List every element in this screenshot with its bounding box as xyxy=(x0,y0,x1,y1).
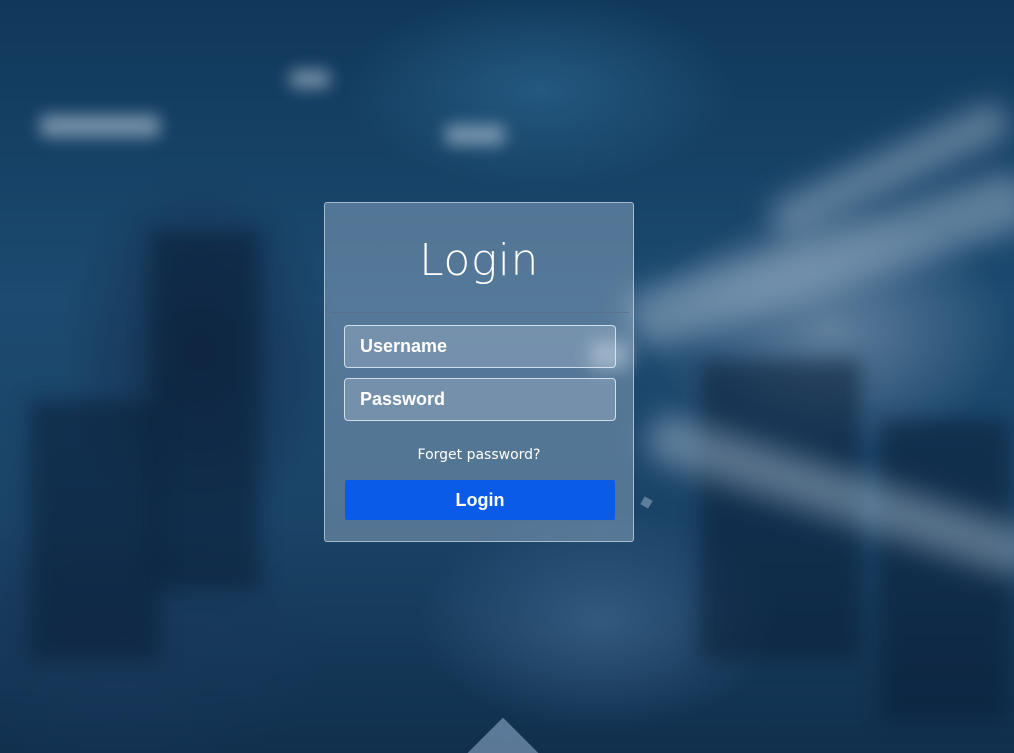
login-card: Login Forget password? Login xyxy=(324,202,634,542)
password-input[interactable] xyxy=(344,378,616,421)
forgot-password-link[interactable]: Forget password? xyxy=(325,446,633,464)
title-divider xyxy=(331,312,629,313)
login-title: Login xyxy=(419,235,539,286)
login-button[interactable]: Login xyxy=(345,480,615,520)
username-input[interactable] xyxy=(344,325,616,368)
